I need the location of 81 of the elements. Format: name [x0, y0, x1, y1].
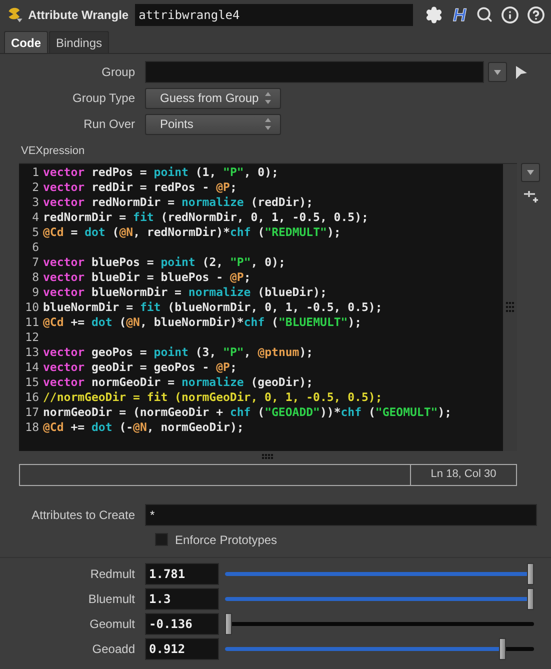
line-number: 17 [25, 404, 39, 422]
help-icon[interactable] [527, 6, 545, 24]
menu-button[interactable]: Guess from Group [145, 88, 281, 108]
info-icon[interactable] [501, 6, 519, 24]
code-line: redNormDir = fit (redNormDir, 0, 1, -0.5, 0.5); [43, 209, 368, 226]
code-line: vector blueNormDir = normalize (blueDir); [43, 284, 327, 302]
line-number: 11 [25, 314, 39, 332]
code-editor[interactable] [19, 162, 517, 450]
search-icon[interactable] [476, 6, 493, 23]
slider-handle[interactable] [498, 638, 506, 660]
code-line: //normGeoDir = fit (normGeoDir, 0, 1, -0.5, 0.5); [43, 389, 382, 406]
slider-track[interactable] [225, 562, 534, 584]
slider-handle[interactable] [225, 612, 232, 634]
code-line: vector normGeoDir = normalize (geoDir); [43, 374, 314, 392]
parameter-label: Geomult [90, 616, 135, 632]
tab[interactable]: Bindings [49, 31, 110, 53]
editor-label: VEXpression [21, 144, 86, 159]
slider-track[interactable] [225, 638, 534, 660]
group-field[interactable] [145, 61, 484, 83]
slider-track[interactable] [225, 612, 534, 634]
line-number: 13 [25, 344, 39, 362]
node-name-field[interactable]: attribwrangle4 [134, 4, 413, 26]
code-line: @Cd = dot (@N, redNormDir)*chf ("REDMULT"); [43, 224, 341, 242]
code-line: blueNormDir = fit (blueNormDir, 0, 1, -0.5, 0.5); [43, 299, 382, 316]
line-number: 4 [32, 209, 39, 226]
slider-handle[interactable] [527, 588, 534, 610]
line-number: 9 [32, 284, 39, 302]
line-number: 1 [32, 164, 39, 182]
add-parameter-icon[interactable] [524, 190, 538, 204]
code-line: @Cd += dot (@N, blueNormDir)*chf ("BLUEMULT"); [43, 314, 362, 332]
parameter-label: Redmult [90, 566, 135, 582]
code-line: vector geoPos = point (3, "P", @ptnum); [43, 344, 314, 362]
checkbox-label: Enforce Prototypes [175, 532, 278, 548]
slider-track[interactable] [225, 588, 534, 610]
resize-grip-icon[interactable] [262, 454, 274, 460]
attributes-field[interactable]: * [145, 504, 537, 526]
spinner-icon [264, 91, 272, 105]
code-line: vector redPos = point (1, "P", 0); [43, 164, 278, 182]
checkbox[interactable] [155, 533, 168, 546]
line-number: 15 [25, 374, 39, 392]
cursor-position: Ln 18, Col 30 [430, 467, 496, 482]
parameter-label: Geoadd [92, 640, 135, 658]
line-number: 6 [32, 239, 39, 256]
line-number: 7 [32, 254, 39, 272]
line-number: 10 [25, 299, 39, 316]
dropdown-button[interactable] [488, 62, 507, 82]
number-field[interactable]: 1.3 [145, 588, 219, 610]
settings-icon[interactable] [425, 6, 443, 24]
line-number: 3 [32, 194, 39, 212]
spinner-icon [264, 117, 272, 131]
code-line: vector bluePos = point (2, "P", 0); [43, 254, 286, 272]
line-number: 8 [32, 269, 39, 286]
grip-icon[interactable] [506, 302, 514, 312]
menu-button[interactable]: Points [145, 114, 281, 134]
tab[interactable]: Code [4, 31, 48, 53]
line-number: 14 [25, 359, 39, 376]
slider-handle[interactable] [527, 562, 534, 584]
code-line: vector redDir = redPos - @P; [43, 179, 237, 196]
number-field[interactable]: 0.912 [145, 638, 219, 660]
node-type-label: Attribute Wrangle [28, 6, 129, 24]
number-field[interactable]: -0.136 [145, 612, 219, 634]
code-line: vector geoDir = geoPos - @P; [43, 359, 237, 376]
line-number: 2 [32, 179, 39, 196]
code-line: vector blueDir = bluePos - @P; [43, 269, 251, 286]
line-number: 16 [25, 389, 39, 406]
dropdown-button[interactable] [521, 162, 540, 182]
code-line: vector redNormDir = normalize (redDir); [43, 194, 314, 212]
line-number: 12 [25, 329, 39, 346]
parameter-label: Run Over [84, 116, 135, 133]
parameter-label: Group Type [72, 90, 135, 107]
number-field[interactable]: 1.781 [145, 562, 219, 584]
code-line: @Cd += dot (-@N, normGeoDir); [43, 419, 244, 436]
caret-icon [527, 170, 534, 174]
code-line: normGeoDir = (normGeoDir + chf ("GEOADD"))*chf ("GEOMULT"); [43, 404, 452, 422]
line-number: 5 [32, 224, 39, 242]
line-number: 18 [25, 419, 39, 436]
parameter-label: Group [102, 64, 135, 81]
parameter-label: Bluemult [88, 590, 135, 608]
select-arrow-icon[interactable] [515, 64, 528, 80]
parameter-label: Attributes to Create [32, 506, 135, 524]
caret-icon [494, 70, 501, 74]
